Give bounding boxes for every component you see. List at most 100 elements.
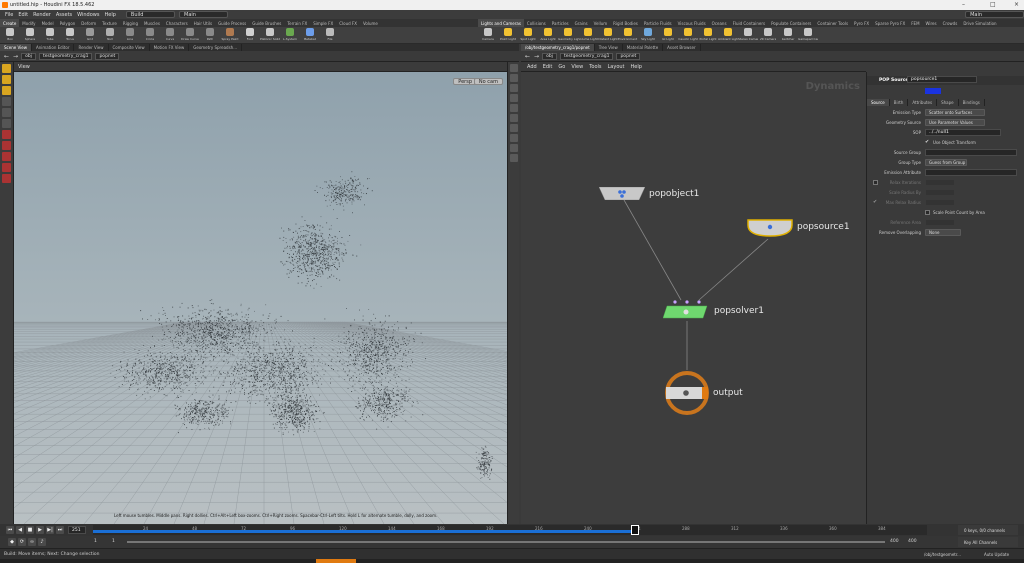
emission-attribute-field[interactable]: [925, 169, 1017, 176]
node-popobject1[interactable]: [598, 186, 646, 201]
scale-radius-field[interactable]: [925, 189, 955, 196]
wireframe-icon[interactable]: [509, 104, 518, 112]
magnet-icon[interactable]: [2, 174, 11, 183]
tab-attributes[interactable]: Attributes: [908, 98, 938, 106]
net-menu-layout[interactable]: Layout: [608, 64, 625, 70]
shelf-tool-area-light[interactable]: Area Light: [538, 27, 558, 44]
back-arrow-icon[interactable]: ←: [525, 53, 530, 60]
skip-end-icon[interactable]: ⏭: [56, 526, 64, 534]
range-end2-field[interactable]: 400: [908, 539, 917, 544]
snap-grid-icon[interactable]: [2, 130, 11, 139]
scene-viewport[interactable]: Persp No cam Left mouse tumbles. Middle …: [14, 72, 507, 524]
shelf-tool-line[interactable]: Line: [120, 27, 140, 44]
timeline-track[interactable]: 2448729612014416819221624026428831233636…: [93, 525, 927, 535]
menu-windows[interactable]: Windows: [77, 12, 99, 18]
shelf-tool-ambient-light[interactable]: Ambient Light: [718, 27, 738, 44]
net-menu-edit[interactable]: Edit: [543, 64, 553, 70]
display-options-icon[interactable]: [509, 64, 518, 72]
tab-tree-view[interactable]: Tree View: [595, 44, 623, 51]
shelf-tool-volume-light[interactable]: Volume Light: [578, 27, 598, 44]
path-node[interactable]: testgeometry_crag1: [38, 52, 93, 60]
select-tool-icon[interactable]: [2, 64, 11, 73]
tab-animation-editor[interactable]: Animation Editor: [32, 44, 75, 51]
shelf-tool-font[interactable]: Font: [240, 27, 260, 44]
check-icon[interactable]: ✔: [925, 139, 929, 145]
tab-scene-view[interactable]: Scene View: [0, 44, 32, 51]
tab-asset-browser[interactable]: Asset Browser: [663, 44, 701, 51]
range-slider[interactable]: [127, 541, 885, 543]
sop-path-field[interactable]: ../../null1: [925, 129, 1001, 136]
camera-menu[interactable]: No cam: [473, 78, 503, 85]
shelf-tool-curve[interactable]: Curve: [160, 27, 180, 44]
shelf-tool-circle[interactable]: Circle: [140, 27, 160, 44]
key-icon[interactable]: ◆: [8, 538, 16, 546]
menu-render[interactable]: Render: [33, 12, 51, 18]
shelf-tool-file[interactable]: File: [320, 27, 340, 44]
geometry-source-menu[interactable]: Use Parameter Values: [925, 119, 985, 126]
auto-update-menu[interactable]: Auto Update: [984, 552, 1009, 557]
path-leaf[interactable]: popnet: [95, 52, 120, 60]
right-desktop-selector[interactable]: Main: [965, 11, 1024, 18]
view-tool-icon[interactable]: [2, 119, 11, 128]
group-type-menu[interactable]: Guess from Group: [925, 159, 967, 166]
source-group-field[interactable]: [925, 149, 1017, 156]
net-menu-help[interactable]: Help: [631, 64, 642, 70]
snap-multi-icon[interactable]: [2, 163, 11, 172]
range-start-field[interactable]: 1: [94, 539, 97, 544]
loop-icon[interactable]: ∞: [28, 538, 36, 546]
emission-type-menu[interactable]: Scatter onto Surfaces: [925, 109, 985, 116]
shelf-tool-vr-camera[interactable]: VR Camera: [758, 27, 778, 44]
move-tool-icon[interactable]: [2, 75, 11, 84]
shelf-tool-caustic-light[interactable]: Caustic Light: [678, 27, 698, 44]
tab-composite-view[interactable]: Composite View: [109, 44, 150, 51]
points-icon[interactable]: [509, 124, 518, 132]
stop-icon[interactable]: ■: [26, 526, 34, 534]
shelf-tool-geometry-light[interactable]: Geometry Light: [558, 27, 578, 44]
node-popsolver1[interactable]: [662, 300, 711, 320]
lock-icon[interactable]: [509, 84, 518, 92]
minimize-icon[interactable]: –: [962, 1, 965, 8]
shelf-tool-stereo-camera[interactable]: Stereo Camera: [738, 27, 758, 44]
back-arrow-icon[interactable]: ←: [4, 53, 9, 60]
net-menu-go[interactable]: Go: [558, 64, 565, 70]
tab-material-palette[interactable]: Material Palette: [623, 44, 664, 51]
audio-icon[interactable]: ♪: [38, 538, 46, 546]
shelf-tool-tube[interactable]: Tube: [40, 27, 60, 44]
tab-bindings[interactable]: Bindings: [959, 98, 985, 106]
key-all-channels-button[interactable]: Key All Channels: [958, 537, 1018, 547]
net-menu-tools[interactable]: Tools: [589, 64, 601, 70]
remove-overlapping-menu[interactable]: None: [925, 229, 961, 236]
playhead[interactable]: [631, 525, 640, 535]
shelf-tool-l-system[interactable]: L-System: [280, 27, 300, 44]
tab-shape[interactable]: Shape: [937, 98, 959, 106]
shelf-tool-distant-light[interactable]: Distant Light: [598, 27, 618, 44]
node-color-swatch[interactable]: [925, 88, 941, 94]
play-icon[interactable]: ▶: [36, 526, 44, 534]
tab-network-editor[interactable]: /obj/testgeometry_crag1/popnet: [521, 44, 595, 51]
range-end-field[interactable]: 400: [890, 539, 899, 544]
shelf-tool-box[interactable]: Box: [0, 27, 20, 44]
shelf-tool-camera[interactable]: Camera: [478, 27, 498, 44]
scale-point-count-checkbox[interactable]: [925, 210, 930, 215]
range-start2-field[interactable]: 1: [112, 539, 115, 544]
shelf-tool-portal-light[interactable]: Portal Light: [698, 27, 718, 44]
path-root[interactable]: obj: [542, 52, 557, 60]
shaded-icon[interactable]: [509, 114, 518, 122]
menu-edit[interactable]: Edit: [18, 12, 28, 18]
step-forward-icon[interactable]: ▶|: [46, 526, 54, 534]
step-back-icon[interactable]: ◀: [16, 526, 24, 534]
shelf-tool-metaball[interactable]: Metaball: [300, 27, 320, 44]
path-node[interactable]: testgeometry_crag1: [559, 52, 614, 60]
tab-source[interactable]: Source: [867, 98, 890, 106]
relax-iterations-field[interactable]: [925, 179, 955, 186]
tab-geometry-spreadsheet[interactable]: Geometry Spreadsh...: [189, 44, 243, 51]
tab-birth[interactable]: Birth: [890, 98, 909, 106]
shelf-tool-torus[interactable]: Torus: [60, 27, 80, 44]
menu-assets[interactable]: Assets: [56, 12, 72, 18]
shelf-tool-grid[interactable]: Grid: [80, 27, 100, 44]
menu-help[interactable]: Help: [104, 12, 115, 18]
reference-area-field[interactable]: [925, 219, 955, 226]
normals-icon[interactable]: [509, 134, 518, 142]
rotate-tool-icon[interactable]: [2, 86, 11, 95]
node-popsource1[interactable]: [747, 219, 793, 237]
